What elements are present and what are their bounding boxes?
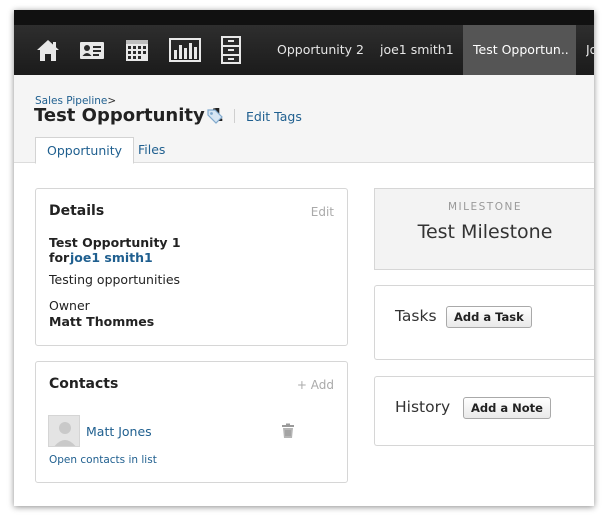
tasks-title: Tasks <box>395 307 437 325</box>
for-label: for <box>49 250 70 265</box>
owner-label: Owner <box>49 298 90 313</box>
contacts-title: Contacts <box>49 376 119 392</box>
opportunity-name: Test Opportunity 1 <box>49 235 181 250</box>
add-task-button[interactable]: Add a Task <box>446 306 532 328</box>
details-edit-link[interactable]: Edit <box>311 205 334 219</box>
bar-chart-icon[interactable] <box>169 37 201 63</box>
details-panel: Details Edit Test Opportunity 1 for joe1… <box>35 188 348 346</box>
milestone-value: Test Milestone <box>417 221 553 243</box>
add-contact-link[interactable]: + Add <box>297 378 334 392</box>
trash-icon[interactable] <box>281 423 295 439</box>
details-title: Details <box>49 203 105 219</box>
nav-tab-opportunity-2[interactable]: Opportunity 2 <box>277 25 364 75</box>
tab-opportunity[interactable]: Opportunity <box>35 137 135 164</box>
avatar <box>48 415 80 447</box>
app-window: Opportunity 2 joe1 smith1 Test Opportun.… <box>14 10 594 506</box>
page-title: Test Opportunity 1 <box>34 105 224 126</box>
history-panel: History Add a Note <box>374 376 594 446</box>
tasks-panel: Tasks Add a Task <box>374 285 594 360</box>
contact-name-link[interactable]: Matt Jones <box>86 424 152 439</box>
opportunity-description: Testing opportunities <box>49 272 181 287</box>
page-header: Sales Pipeline> Test Opportunity 1 Edit … <box>14 75 594 164</box>
edit-tags-link[interactable]: Edit Tags <box>246 109 302 124</box>
add-note-button[interactable]: Add a Note <box>463 397 551 419</box>
tag-icon[interactable] <box>206 108 224 124</box>
nav-tab-test-opportunity[interactable]: Test Opportun.. <box>463 25 576 75</box>
milestone-label: MILESTONE <box>448 201 522 213</box>
tab-files[interactable]: Files <box>127 137 176 164</box>
top-navigation-bar: Opportunity 2 joe1 smith1 Test Opportun.… <box>14 10 594 75</box>
owner-name: Matt Thommes <box>49 314 155 329</box>
home-icon[interactable] <box>34 37 62 63</box>
divider <box>234 109 235 123</box>
calendar-icon[interactable] <box>123 37 151 63</box>
open-contacts-link[interactable]: Open contacts in list <box>49 454 157 466</box>
cabinet-icon[interactable] <box>219 35 243 65</box>
contact-card-icon[interactable] <box>78 37 106 63</box>
nav-tab-overflow[interactable]: Jo <box>586 25 594 75</box>
for-party-link[interactable]: joe1 smith1 <box>70 250 153 265</box>
milestone-panel: MILESTONE Test Milestone <box>374 188 594 270</box>
nav-tab-joe1-smith1[interactable]: joe1 smith1 <box>380 25 454 75</box>
history-title: History <box>395 398 451 416</box>
contacts-panel: Contacts + Add Matt Jones Open contacts … <box>35 361 348 483</box>
